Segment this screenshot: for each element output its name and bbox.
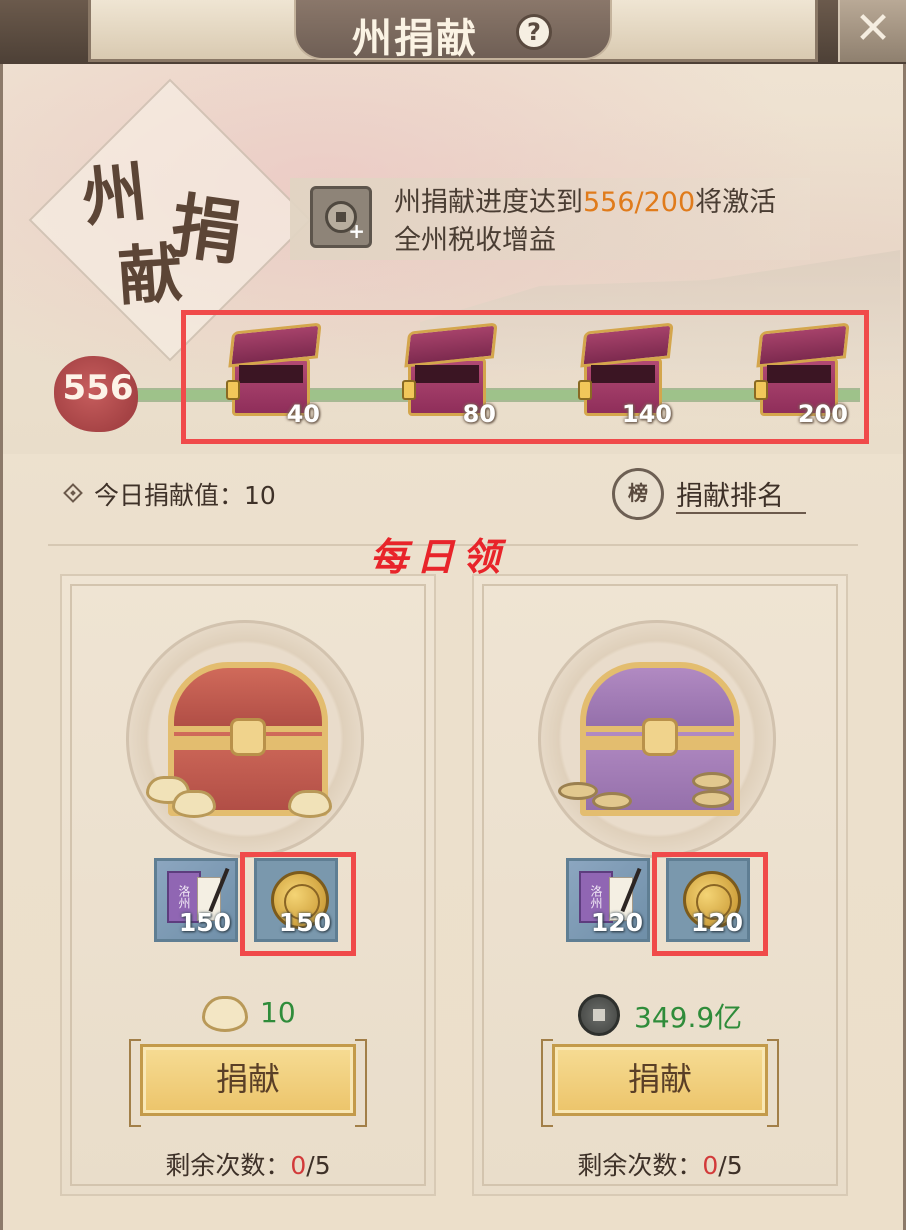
gold-ingot-icon xyxy=(202,996,248,1032)
lock-icon xyxy=(642,718,678,756)
reward-highlight-box xyxy=(652,852,768,956)
donation-cost: 10 xyxy=(62,994,434,1034)
donate-button[interactable]: 捐献 xyxy=(541,1039,779,1127)
remaining-count: 剩余次数：0/5 xyxy=(577,1151,743,1180)
lock-icon xyxy=(230,718,266,756)
donation-cost: 349.9亿 xyxy=(474,994,846,1036)
progress-value: 556 xyxy=(62,368,134,408)
reward-item[interactable]: 洛州 150 xyxy=(154,858,238,942)
reward-item[interactable]: 洛州 120 xyxy=(566,858,650,942)
help-icon[interactable]: ? xyxy=(516,14,552,50)
calligraphy-char: 献 xyxy=(115,235,185,316)
copper-coin-icon xyxy=(578,994,620,1036)
donate-button[interactable]: 捐献 xyxy=(129,1039,367,1127)
coin-stack-icon xyxy=(692,790,732,808)
coin-stack-icon xyxy=(592,792,632,810)
ranking-button[interactable]: 榜 捐献排名 xyxy=(612,466,812,520)
gold-ingot-icon xyxy=(288,790,332,818)
ranking-icon: 榜 xyxy=(612,468,664,520)
reward-quantity: 120 xyxy=(590,908,643,937)
ranking-label: 捐献排名 xyxy=(676,481,784,512)
progress-ratio: 556/200 xyxy=(583,187,696,218)
tax-boost-icon: + xyxy=(310,186,372,248)
province-donation-window: 州捐献 ? ✕ 州 捐 献 + 州捐献进度达到556/200将激活 全州税收增益… xyxy=(0,0,906,1230)
close-button[interactable]: ✕ xyxy=(838,0,906,62)
progress-description: 州捐献进度达到556/200将激活 xyxy=(394,187,777,218)
cost-value: 349.9亿 xyxy=(634,1001,743,1034)
ranking-underline xyxy=(676,512,806,514)
coin-stack-icon xyxy=(692,772,732,790)
donation-tier-card: 洛州 150 150 10 捐献 剩余次数：0/5 xyxy=(60,574,436,1196)
title-bar: 州捐献 ? ✕ xyxy=(0,0,906,64)
gold-ingot-icon xyxy=(172,790,216,818)
window-title: 州捐献 xyxy=(352,16,478,62)
milestone-highlight-box xyxy=(181,310,869,444)
cost-value: 10 xyxy=(260,996,296,1029)
plus-icon: + xyxy=(348,219,365,243)
remaining-count: 剩余次数：0/5 xyxy=(165,1151,331,1180)
progress-effect: 全州税收增益 xyxy=(394,225,556,256)
daily-annotation: 每日领 xyxy=(370,534,509,579)
donation-tier-card: 洛州 120 120 349.9亿 捐献 剩余次数：0/5 xyxy=(472,574,848,1196)
reward-quantity: 150 xyxy=(178,908,231,937)
reward-highlight-box xyxy=(240,852,356,956)
today-contribution-label: 今日捐献值：10 xyxy=(94,481,276,510)
